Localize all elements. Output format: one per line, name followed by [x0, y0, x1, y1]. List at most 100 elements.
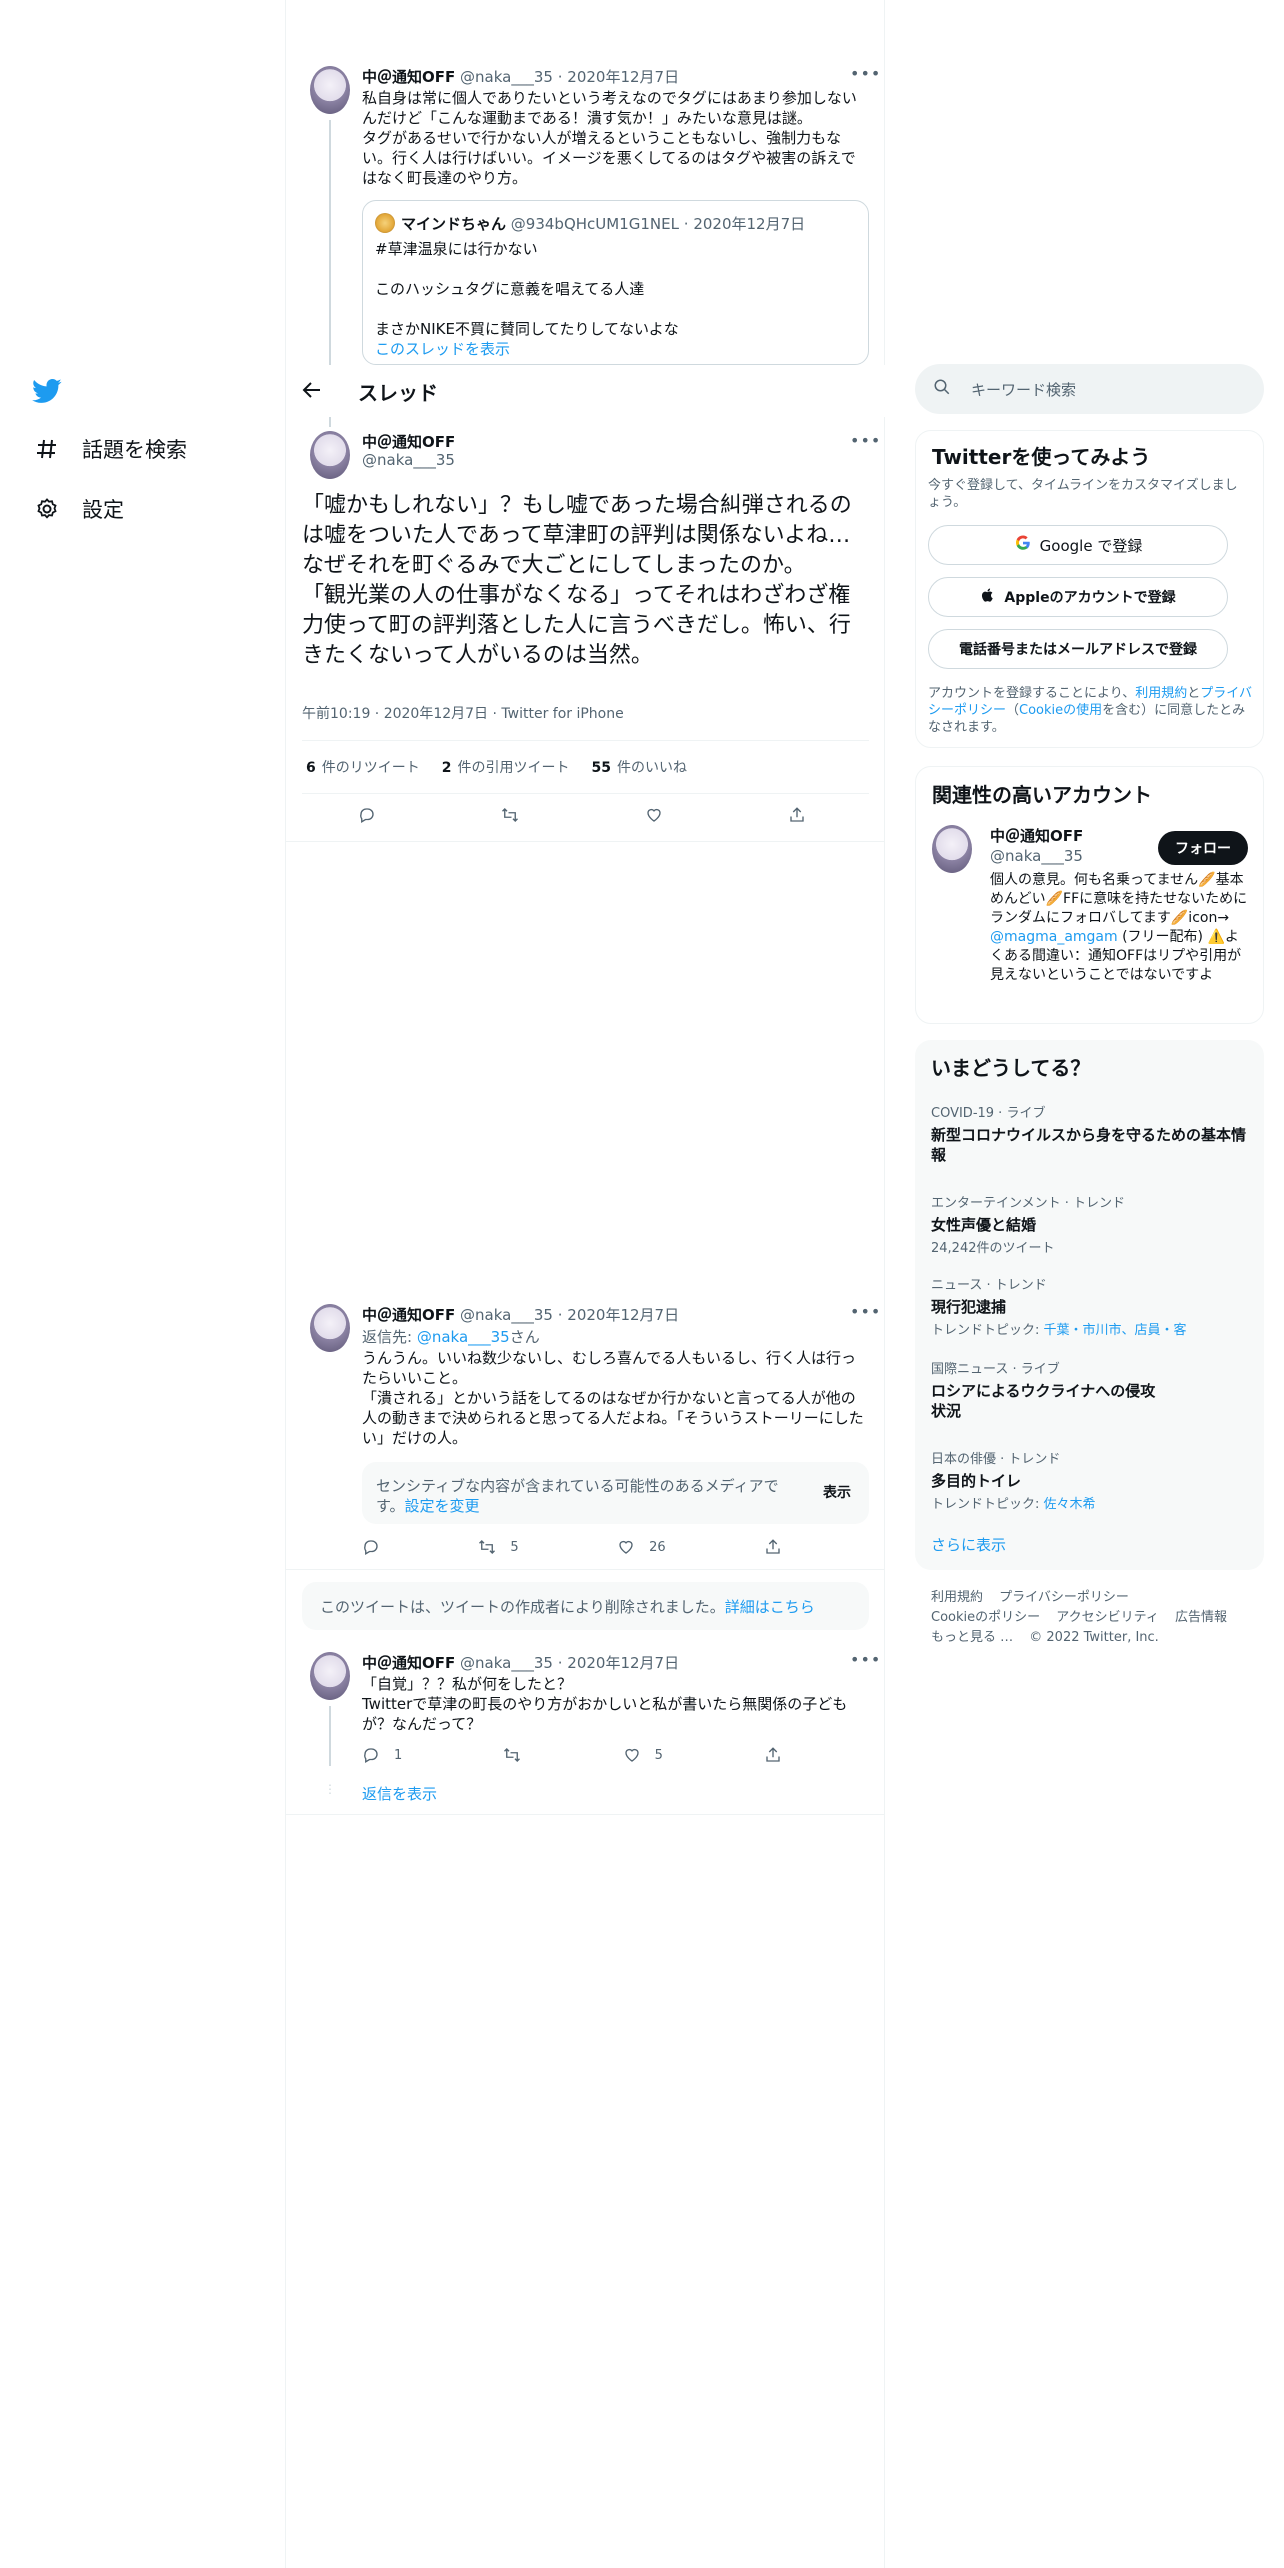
tweet-text: 「自覚」？？私が何をしたと？ Twitterで草津の町長のやり方がおかしいと私が…: [362, 1675, 848, 1733]
tweet-header: 中＠通知OFF @naka___35 · 2020年12月7日: [362, 1306, 680, 1324]
change-settings-link[interactable]: 設定を変更: [405, 1497, 480, 1515]
signup-subtitle: 今すぐ登録して、タイムラインをカスタマイズしましょう。: [928, 478, 1238, 510]
quote-line: #草津温泉には行かない: [375, 240, 538, 258]
divider: [286, 1814, 885, 1815]
show-thread-link[interactable]: このスレッドを表示: [375, 339, 510, 359]
show-media-button[interactable]: 表示: [823, 1483, 851, 1503]
retweet-icon[interactable]: [503, 1746, 521, 1764]
reply-tweet[interactable]: 中＠通知OFF @naka___35 · 2020年12月7日 ••• 「自覚」…: [286, 1640, 885, 1815]
thread-line: [329, 120, 331, 365]
author-handle[interactable]: @naka___35: [460, 68, 553, 86]
reply-to: 返信先: @naka___35さん: [362, 1328, 540, 1346]
more-icon[interactable]: •••: [850, 1302, 881, 1321]
related-name[interactable]: 中＠通知OFF: [990, 825, 1083, 846]
retweet-icon[interactable]: [501, 806, 519, 824]
share-icon[interactable]: [764, 1538, 782, 1556]
apple-signup-button[interactable]: Appleのアカウントで登録: [928, 577, 1228, 617]
footer-link[interactable]: アクセシビリティ: [1056, 1610, 1159, 1625]
trend-item[interactable]: 日本の俳優 · トレンド 多目的トイレ トレンドトピック: 佐々木希: [931, 1448, 1251, 1512]
show-more-link[interactable]: さらに表示: [931, 1534, 1006, 1555]
thread-header: スレッド: [286, 365, 885, 417]
quote-line: このハッシュタグに意義を唱えてる人達: [375, 280, 645, 298]
like-icon: [624, 1748, 639, 1762]
share-icon[interactable]: [788, 806, 806, 824]
trend-item[interactable]: 国際ニュース · ライブ ロシアによるウクライナへの侵攻状況: [931, 1358, 1251, 1421]
author-handle[interactable]: @naka___35: [362, 451, 455, 469]
reply-button[interactable]: 1: [362, 1746, 402, 1764]
nav-item-settings[interactable]: 設定: [34, 494, 124, 524]
more-icon[interactable]: •••: [850, 431, 881, 450]
author-name[interactable]: 中＠通知OFF: [362, 1306, 455, 1324]
footer-link[interactable]: Cookieのポリシー: [931, 1610, 1040, 1625]
search-box[interactable]: キーワード検索: [915, 364, 1264, 414]
page-title: スレッド: [358, 381, 438, 405]
left-nav: 話題を検索 設定: [0, 0, 286, 2568]
author-handle[interactable]: @naka___35: [460, 1306, 553, 1324]
right-sidebar: キーワード検索 Twitterを使ってみよう 今すぐ登録して、タイムラインをカス…: [885, 0, 1284, 2568]
related-handle[interactable]: @naka___35: [990, 847, 1083, 865]
like-button[interactable]: 26: [617, 1538, 666, 1556]
like-count[interactable]: 55 件のいいね: [592, 757, 687, 777]
like-count: 26: [649, 1539, 666, 1555]
search-icon: [933, 378, 951, 400]
avatar[interactable]: [310, 1652, 350, 1700]
show-replies-link[interactable]: 返信を表示: [362, 1784, 437, 1804]
trend-item[interactable]: エンターテインメント · トレンド 女性声優と結婚 24,242件のツイート: [931, 1192, 1251, 1256]
quote-count[interactable]: 2 件の引用ツイート: [442, 757, 570, 777]
footer-link[interactable]: 利用規約: [931, 1590, 983, 1605]
retweet-count: 5: [510, 1539, 519, 1555]
retweet-icon: [479, 1540, 496, 1554]
twitter-logo-icon[interactable]: [30, 376, 64, 406]
quoted-tweet[interactable]: マインドちゃん @934bQHcUM1G1NEL · 2020年12月7日 #草…: [362, 200, 869, 365]
deleted-tweet-notice: このツイートは、ツイートの作成者により削除されました。 詳細はこちら: [302, 1582, 869, 1630]
tweet-date[interactable]: 2020年12月7日: [567, 68, 679, 86]
learn-more-link[interactable]: 詳細はこちら: [725, 1596, 815, 1617]
tweet-text: 「嘘かもしれない」？もし嘘であった場合糾弾されるのは嘘をついた人であって草津町の…: [302, 493, 852, 668]
back-arrow-icon[interactable]: [300, 378, 326, 404]
author-handle[interactable]: @naka___35: [460, 1654, 553, 1672]
avatar[interactable]: [310, 66, 350, 114]
thread-ellipsis: ⋮: [324, 1782, 336, 1796]
share-icon[interactable]: [764, 1746, 782, 1764]
main-column: 中＠通知OFF @naka___35 · 2020年12月7日 ••• 私自身は…: [286, 0, 885, 2568]
like-button[interactable]: 5: [623, 1746, 663, 1764]
avatar[interactable]: [310, 1304, 350, 1352]
trend-item[interactable]: COVID-19 · ライブ 新型コロナウイルスから身を守るための基本情報: [931, 1102, 1251, 1165]
google-signup-button[interactable]: Google で登録: [928, 525, 1228, 565]
trends-title: いまどうしてる？: [931, 1056, 1091, 1080]
quote-header: マインドちゃん @934bQHcUM1G1NEL · 2020年12月7日: [401, 215, 806, 233]
author-name[interactable]: 中＠通知OFF: [362, 1654, 455, 1672]
avatar[interactable]: [932, 825, 972, 873]
more-icon[interactable]: •••: [850, 1650, 881, 1669]
like-icon[interactable]: [645, 806, 663, 824]
retweet-count[interactable]: 6 件のリツイート: [306, 757, 420, 777]
reply-tweet[interactable]: 中＠通知OFF @naka___35 · 2020年12月7日 ••• 返信先:…: [286, 1292, 885, 1570]
terms-link[interactable]: 利用規約: [1135, 686, 1187, 701]
phone-email-signup-button[interactable]: 電話番号またはメールアドレスで登録: [928, 629, 1228, 669]
tweet-date[interactable]: 2020年12月7日: [567, 1654, 679, 1672]
author-name[interactable]: 中＠通知OFF: [362, 431, 455, 452]
footer-link[interactable]: 広告情報: [1175, 1610, 1227, 1625]
cookie-link[interactable]: Cookieの使用: [1019, 703, 1102, 718]
footer-link[interactable]: プライバシーポリシー: [999, 1590, 1129, 1605]
reply-icon[interactable]: [362, 1538, 380, 1556]
reply-icon[interactable]: [358, 806, 376, 824]
search-input[interactable]: キーワード検索: [971, 379, 1076, 400]
reply-to-handle[interactable]: @naka___35: [417, 1328, 510, 1346]
trend-item[interactable]: ニュース · トレンド 現行犯逮捕 トレンドトピック: 千葉・市川市、店員・客: [931, 1274, 1251, 1338]
more-icon[interactable]: •••: [850, 64, 881, 83]
tweet-date[interactable]: 2020年12月7日: [567, 1306, 679, 1324]
footer-link[interactable]: もっと見る …: [931, 1630, 1013, 1645]
retweet-button[interactable]: 5: [478, 1538, 519, 1556]
bio-mention-link[interactable]: @magma_amgam: [990, 929, 1118, 945]
google-icon: [1014, 534, 1032, 556]
gear-icon: [34, 496, 60, 522]
follow-button[interactable]: フォロー: [1158, 831, 1248, 865]
avatar[interactable]: [310, 431, 350, 479]
quote-date: 2020年12月7日: [693, 215, 806, 233]
nav-item-explore[interactable]: 話題を検索: [34, 434, 187, 464]
related-bio: 個人の意見。何も名乗ってません🥖基本めんどい🥖FFに意味を持たせないためにランダ…: [990, 872, 1248, 983]
tweet-actions: 5 26: [362, 1538, 782, 1556]
parent-tweet[interactable]: 中＠通知OFF @naka___35 · 2020年12月7日 ••• 私自身は…: [286, 50, 885, 365]
author-name[interactable]: 中＠通知OFF: [362, 68, 455, 86]
